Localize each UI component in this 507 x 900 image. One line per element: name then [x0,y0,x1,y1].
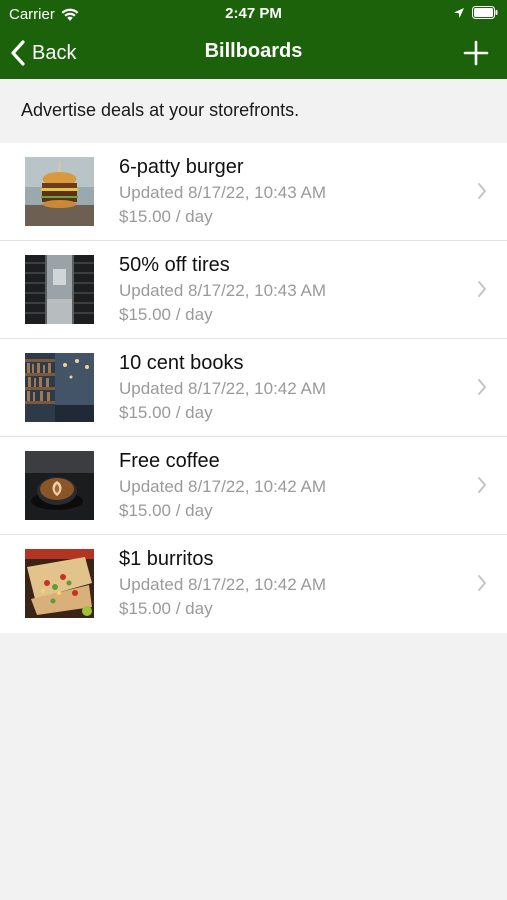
billboard-price: $15.00 / day [119,207,213,226]
billboard-title: Free coffee [119,450,220,472]
burger-photo [25,157,94,226]
billboard-row[interactable]: $1 burritos Updated 8/17/22, 10:42 AM $1… [0,535,507,633]
header: Carrier 2:47 PM Back Billboards [0,0,507,79]
billboard-row[interactable]: Free coffee Updated 8/17/22, 10:42 AM $1… [0,437,507,535]
coffee-photo [25,451,94,520]
page-subtitle: Advertise deals at your storefronts. [21,100,300,120]
billboard-price: $15.00 / day [119,305,213,324]
chevron-right-icon [478,575,486,591]
billboard-updated: Updated 8/17/22, 10:42 AM [119,575,326,594]
billboard-updated: Updated 8/17/22, 10:43 AM [119,281,326,300]
chevron-right-icon [478,379,486,395]
billboard-title: 10 cent books [119,352,244,374]
plus-icon[interactable] [461,38,491,68]
billboard-row[interactable]: 10 cent books Updated 8/17/22, 10:42 AM … [0,339,507,437]
billboard-title: $1 burritos [119,548,214,570]
billboard-row[interactable]: 6-patty burger Updated 8/17/22, 10:43 AM… [0,143,507,241]
status-time: 2:47 PM [225,5,282,22]
billboard-price: $15.00 / day [119,599,213,618]
billboard-title: 6-patty burger [119,156,244,178]
billboard-list: 6-patty burger Updated 8/17/22, 10:43 AM… [0,143,507,633]
tires-photo [25,255,94,324]
chevron-left-icon [11,40,25,66]
billboard-price: $15.00 / day [119,501,213,520]
location-icon [454,8,464,18]
chevron-right-icon [478,183,486,199]
books-photo [25,353,94,422]
back-label: Back [32,41,77,64]
chevron-right-icon [478,281,486,297]
status-bar: Carrier 2:47 PM [0,0,507,28]
navigation-bar: Back Billboards [0,28,507,79]
billboard-row[interactable]: 50% off tires Updated 8/17/22, 10:43 AM … [0,241,507,339]
billboard-price: $15.00 / day [119,403,213,422]
billboard-updated: Updated 8/17/22, 10:42 AM [119,477,326,496]
burritos-photo [25,549,94,618]
billboard-updated: Updated 8/17/22, 10:43 AM [119,183,326,202]
app-screen: Carrier 2:47 PM Back Billboards Advertis… [0,0,507,900]
battery-icon [472,6,498,19]
billboard-updated: Updated 8/17/22, 10:42 AM [119,379,326,398]
billboard-title: 50% off tires [119,254,230,276]
chevron-right-icon [478,477,486,493]
back-button[interactable]: Back [10,38,76,68]
